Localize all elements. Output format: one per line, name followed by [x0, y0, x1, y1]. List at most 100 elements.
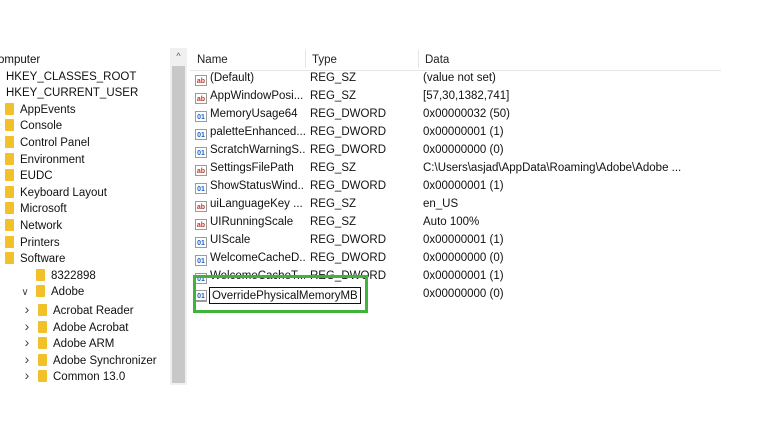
- value-name: uiLanguageKey ...: [210, 198, 303, 210]
- value-type: REG_SZ: [310, 72, 357, 84]
- tree-item-label: AppEvents: [20, 103, 76, 116]
- tree-item[interactable]: Control Panel: [5, 135, 90, 151]
- chevron-right-icon[interactable]: ›: [22, 367, 32, 383]
- folder-icon: [5, 235, 14, 248]
- string-value-icon: ab: [195, 219, 207, 230]
- tree-item[interactable]: ∨ Adobe: [20, 284, 84, 300]
- column-header-type[interactable]: Type: [305, 48, 418, 70]
- value-row[interactable]: ab SettingsFilePath REG_SZ C:\Users\asjad\A…: [190, 160, 721, 177]
- value-name-cell: ab UIRunningScale: [195, 214, 305, 231]
- tree-item[interactable]: Network: [5, 218, 62, 234]
- value-type: REG_DWORD: [310, 108, 387, 120]
- folder-icon: [5, 252, 14, 265]
- tree-item[interactable]: › Adobe Synchronizer: [22, 351, 157, 367]
- tree-item[interactable]: › Acrobat Reader: [22, 301, 134, 317]
- tree-item[interactable]: › Common 13.0: [22, 367, 126, 384]
- value-data: 0x00000001 (1): [423, 126, 504, 138]
- tree-item[interactable]: › Adobe Acrobat: [22, 318, 129, 334]
- tree-item[interactable]: Printers: [5, 235, 60, 251]
- value-name-cell: 01 WelcomeCacheD...: [195, 250, 305, 267]
- chevron-down-icon[interactable]: ∨: [20, 285, 30, 301]
- value-row[interactable]: ab UIRunningScale REG_SZ Auto 100%: [190, 214, 721, 231]
- chevron-right-icon[interactable]: ›: [22, 301, 32, 317]
- value-name: SettingsFilePath: [210, 162, 294, 174]
- tree-item-label: Acrobat Reader: [53, 305, 134, 317]
- value-row[interactable]: ab (Default) REG_SZ (value not set): [190, 70, 721, 87]
- string-value-icon: ab: [195, 93, 207, 104]
- folder-icon: [5, 202, 14, 215]
- tree-item-label: EUDC: [20, 170, 53, 183]
- tree-item-label: Common 13.0: [53, 371, 126, 384]
- value-name-cell: 01 MemoryUsage64: [195, 106, 305, 123]
- folder-icon: [38, 353, 47, 366]
- tree-item[interactable]: Console: [5, 118, 62, 134]
- value-data: 0x00000032 (50): [423, 108, 510, 120]
- value-data: (value not set): [423, 72, 496, 84]
- value-row[interactable]: 01 ScratchWarningS... REG_DWORD 0x00000000 …: [190, 142, 721, 159]
- folder-icon: [36, 285, 45, 298]
- tree-item[interactable]: omputer: [0, 52, 40, 68]
- tree-item-label: Keyboard Layout: [20, 186, 107, 199]
- values-list: Name Type Data ab (Default) REG_SZ (value n…: [190, 48, 721, 385]
- tree-item[interactable]: › Adobe ARM: [22, 334, 115, 350]
- value-name-cell: 01 paletteEnhanced...: [195, 124, 305, 141]
- chevron-right-icon[interactable]: ›: [22, 318, 32, 334]
- folder-icon: [5, 119, 14, 132]
- scroll-thumb[interactable]: [172, 66, 185, 383]
- value-row[interactable]: 01 MemoryUsage64 REG_DWORD 0x00000032 (50): [190, 106, 721, 123]
- value-name-cell: 01 ScratchWarningS...: [195, 142, 305, 159]
- tree-item[interactable]: Keyboard Layout: [5, 185, 107, 201]
- tree-item[interactable]: AppEvents: [5, 102, 76, 118]
- tree-item-label: Adobe Synchronizer: [53, 354, 157, 367]
- tree-item[interactable]: Environment: [5, 152, 85, 168]
- value-row[interactable]: ab AppWindowPosi... REG_SZ [57,30,1382,741]: [190, 88, 721, 105]
- value-data: en_US: [423, 198, 459, 210]
- folder-icon: [36, 268, 45, 281]
- tree-item-label: Environment: [20, 153, 85, 166]
- tree-item[interactable]: HKEY_CURRENT_USER: [6, 85, 138, 101]
- tree-item-label: Adobe Acrobat: [53, 321, 129, 334]
- chevron-right-icon[interactable]: ›: [22, 351, 32, 367]
- folder-icon: [5, 152, 14, 165]
- scroll-up-icon[interactable]: ^: [170, 48, 187, 64]
- value-name-cell: ab (Default): [195, 70, 305, 87]
- column-header-name[interactable]: Name: [190, 48, 305, 70]
- value-data: 0x00000001 (1): [423, 180, 504, 192]
- value-row[interactable]: ab uiLanguageKey ... REG_SZ en_US: [190, 196, 721, 213]
- column-header-data[interactable]: Data: [418, 48, 718, 70]
- value-row[interactable]: 01 UIScale REG_DWORD 0x00000001 (1): [190, 232, 721, 249]
- dword-value-icon: 01: [195, 129, 207, 140]
- value-name: paletteEnhanced...: [210, 126, 305, 138]
- tree-item-label: Control Panel: [20, 137, 90, 149]
- tree-item[interactable]: Software: [5, 251, 65, 267]
- folder-icon: [5, 185, 14, 198]
- dword-value-icon: 01: [195, 111, 207, 122]
- tree-item[interactable]: 8322898: [20, 268, 96, 284]
- folder-icon: [38, 337, 47, 350]
- value-row[interactable]: 01 paletteEnhanced... REG_DWORD 0x00000001 …: [190, 124, 721, 141]
- tree-item-label: HKEY_CURRENT_USER: [6, 87, 139, 100]
- value-name: (Default): [210, 72, 255, 84]
- value-type: REG_SZ: [310, 162, 357, 174]
- tree-item-label: Console: [20, 120, 63, 133]
- tree-item[interactable]: EUDC: [5, 168, 53, 184]
- chevron-right-icon[interactable]: ›: [22, 334, 32, 350]
- tree-scrollbar[interactable]: ^: [170, 48, 187, 385]
- value-name: UIRunningScale: [210, 216, 294, 228]
- tree-item[interactable]: Microsoft: [5, 201, 67, 217]
- value-type: REG_DWORD: [310, 144, 387, 156]
- tree-item[interactable]: HKEY_CLASSES_ROOT: [6, 69, 136, 85]
- value-row[interactable]: 01 ShowStatusWind... REG_DWORD 0x00000001 (…: [190, 178, 721, 195]
- value-type: REG_SZ: [310, 198, 357, 210]
- folder-icon: [5, 102, 14, 115]
- tree-item-label: Printers: [20, 236, 60, 249]
- value-name: WelcomeCacheD...: [210, 252, 305, 264]
- value-row[interactable]: 01 WelcomeCacheD... REG_DWORD 0x00000000 (0…: [190, 250, 721, 267]
- string-value-icon: ab: [195, 201, 207, 212]
- folder-icon: [38, 370, 47, 383]
- folder-icon: [5, 136, 14, 148]
- folder-icon: [5, 219, 14, 231]
- registry-editor-window: omputer HKEY_CLASSES_ROOT HKEY_CURRENT_USE…: [0, 48, 721, 385]
- dword-value-icon: 01: [195, 237, 207, 248]
- value-name: AppWindowPosi...: [210, 90, 304, 102]
